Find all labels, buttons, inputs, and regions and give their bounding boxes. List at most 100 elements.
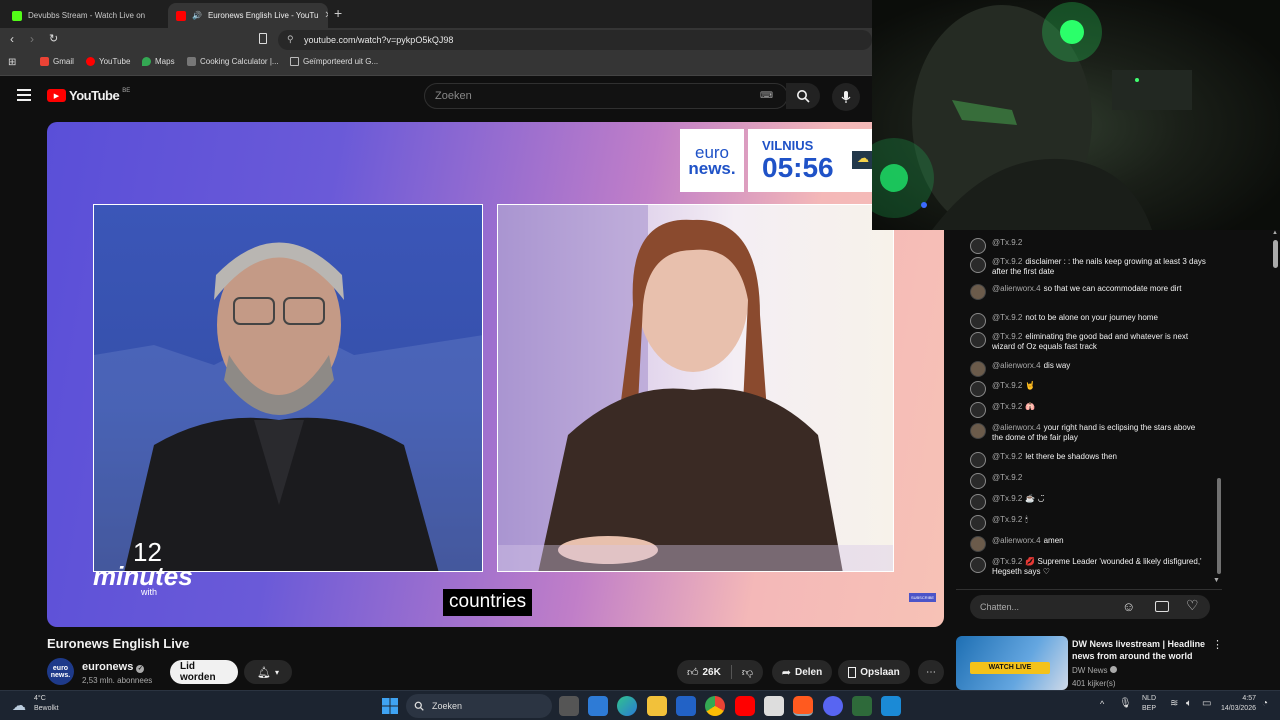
close-icon[interactable]: ✕ [324,10,328,21]
avatar[interactable] [970,257,986,273]
channel-avatar[interactable]: euro news. [47,658,74,685]
recommended-title[interactable]: DW News livestream | Headline news from … [1072,638,1218,662]
language-bottom[interactable]: BEP [1142,705,1156,712]
avatar[interactable] [970,402,986,418]
chat-author[interactable]: @Tx.9.2 [992,557,1022,566]
page-scrollbar-thumb[interactable] [1273,240,1278,268]
chat-author[interactable]: @Tx.9.2 [992,381,1022,390]
emoji-icon[interactable]: ☺ [1122,599,1135,614]
reload-icon[interactable]: ↻ [49,32,58,45]
more-actions-button[interactable]: ⋯ [918,660,944,684]
bookmark-icon[interactable] [259,33,267,44]
clock-date[interactable]: 14/03/2026 [1216,705,1256,712]
avatar[interactable] [970,557,986,573]
new-tab-button[interactable]: + [334,5,342,21]
taskbar-search[interactable]: Zoeken [406,694,552,718]
chat-author[interactable]: @Tx.9.2 [992,494,1022,503]
chat-author[interactable]: @Tx.9.2 [992,238,1022,247]
chat-author[interactable]: @Tx.9.2 [992,452,1022,461]
scroll-up-icon[interactable]: ▲ [1272,230,1278,236]
app-icon[interactable] [881,696,901,716]
site-info-icon[interactable]: ⚲ [287,34,294,45]
apps-grid-icon[interactable]: ⊞ [8,57,16,68]
bookmark-gmail[interactable]: Gmail [40,57,74,66]
avatar[interactable] [970,473,986,489]
bookmark-folder[interactable]: Geïmporteerd uit G... [290,57,378,66]
brave-icon[interactable] [793,696,813,716]
subscribe-badge[interactable]: SUBSCRIBE [909,593,936,602]
chat-scrollbar-thumb[interactable] [1217,478,1221,574]
chevron-up-icon[interactable]: ^ [1100,699,1104,709]
video-player[interactable]: euro news. VILNIUS 05:56 ☁ 12 minutes wi… [47,122,944,627]
bookmark-maps[interactable]: Maps [142,57,175,66]
dislike-icon[interactable]: 👎︎ [742,666,753,679]
edge-icon[interactable] [617,696,637,716]
volume-icon[interactable]: 🔈︎ [1186,698,1192,709]
avatar[interactable] [970,515,986,531]
back-icon[interactable]: ‹ [10,32,14,46]
share-button[interactable]: ➦ Delen [772,660,832,684]
store-icon[interactable] [588,696,608,716]
cloud-icon[interactable]: ☁ [12,697,26,714]
chat-author[interactable]: @alienworx.4 [992,361,1041,370]
heart-icon[interactable]: ♡ [1186,597,1199,614]
language-top[interactable]: NLD [1142,695,1156,702]
avatar[interactable] [970,452,986,468]
chat-author[interactable]: @Tx.9.2 [992,515,1022,524]
game-icon[interactable] [852,696,872,716]
file-explorer-icon[interactable] [647,696,667,716]
more-vert-icon[interactable]: ⋮ [1212,638,1223,651]
avatar[interactable] [970,332,986,348]
discord-icon[interactable] [823,696,843,716]
notification-icon[interactable]: ◔ [1262,698,1268,709]
scroll-down-icon[interactable]: ▼ [1213,577,1220,584]
save-button[interactable]: Opslaan [838,660,910,684]
youtube-icon[interactable] [735,696,755,716]
chrome-icon[interactable] [705,696,725,716]
bookmark-cooking[interactable]: Cooking Calculator |... [187,57,279,66]
search-input[interactable]: Zoeken ⌨ [424,83,788,109]
super-chat-icon[interactable] [1155,601,1169,612]
menu-icon[interactable] [17,89,31,101]
avatar[interactable] [970,284,986,300]
chat-author[interactable]: @Tx.9.2 [992,313,1022,322]
avatar[interactable] [970,313,986,329]
channel-name[interactable]: euronews ✓ [82,661,145,673]
wifi-icon[interactable]: ≋ [1170,698,1178,709]
search-button[interactable] [786,83,820,109]
chat-input[interactable]: Chatten... [970,595,1210,619]
forward-icon[interactable]: › [30,32,34,46]
chat-author[interactable]: @alienworx.4 [992,423,1041,432]
mail-icon[interactable] [676,696,696,716]
chat-author[interactable]: @alienworx.4 [992,284,1041,293]
chat-author[interactable]: @Tx.9.2 [992,332,1022,341]
weather-desc[interactable]: Bewolkt [34,705,59,712]
avatar[interactable] [970,361,986,377]
chat-author[interactable]: @Tx.9.2 [992,473,1022,482]
avatar[interactable] [970,536,986,552]
like-count[interactable]: 26K [703,667,721,678]
recommended-video[interactable]: WATCH LIVE DW News livestream | Headline… [956,636,1226,690]
avatar[interactable] [970,238,986,254]
chat-author[interactable]: @Tx.9.2 [992,402,1022,411]
bookmark-youtube[interactable]: YouTube [86,57,130,66]
keyboard-icon[interactable]: ⌨ [760,90,773,101]
notifications-button[interactable]: 🔔︎ ▾ [244,660,292,684]
url-input[interactable]: ⚲ youtube.com/watch?v=pykpO5kQJ98 [278,30,872,50]
calculator-icon[interactable] [764,696,784,716]
tab-euronews[interactable]: 🔊 Euronews English Live - YouTu ✕ [168,3,328,28]
like-icon[interactable]: 👍︎ [687,666,699,679]
voice-search-button[interactable] [832,83,860,111]
avatar[interactable] [970,381,986,397]
mic-icon[interactable]: 🎙︎ [1119,698,1132,709]
youtube-logo[interactable]: ▶ YouTube BE [47,88,130,103]
start-button[interactable] [380,696,400,716]
recommended-thumbnail[interactable]: WATCH LIVE [956,636,1068,690]
clock-time[interactable]: 4:57 [1224,695,1256,702]
tab-devubbs[interactable]: Devubbs Stream - Watch Live on [4,3,162,28]
avatar[interactable] [970,494,986,510]
chat-author[interactable]: @Tx.9.2 [992,257,1022,266]
avatar[interactable] [970,423,986,439]
chat-author[interactable]: @alienworx.4 [992,536,1041,545]
join-button[interactable]: Lid worden [170,660,238,684]
